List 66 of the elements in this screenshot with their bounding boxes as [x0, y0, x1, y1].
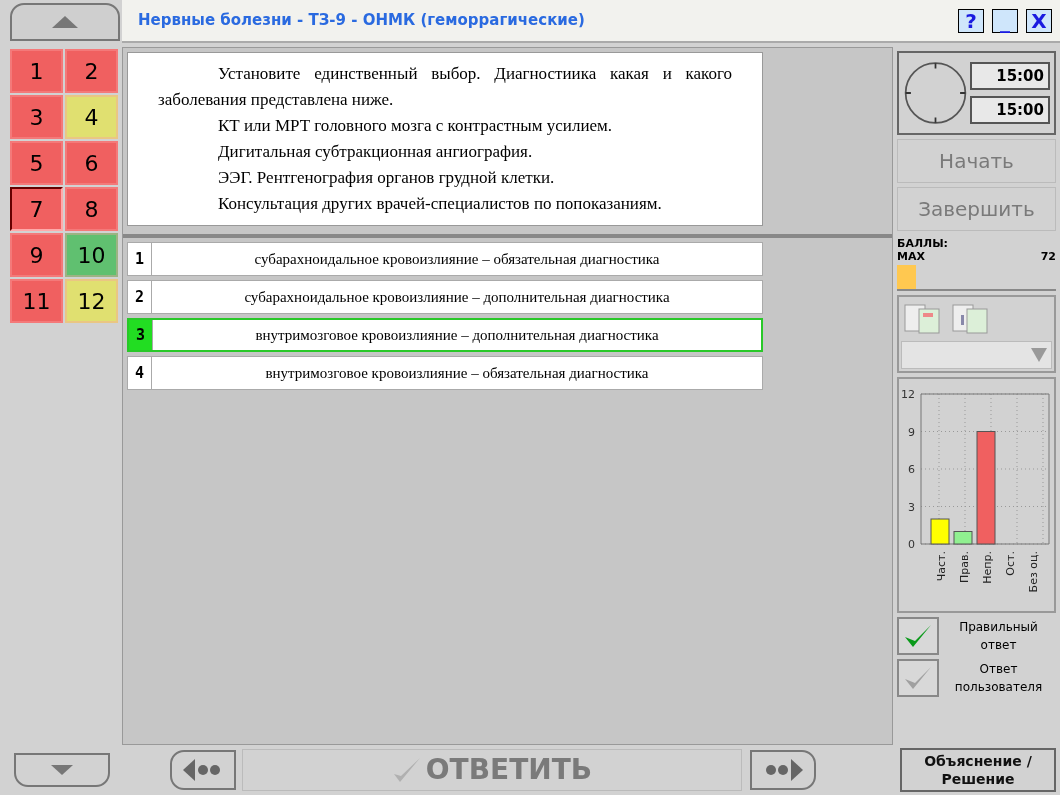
- scroll-down-button[interactable]: [14, 753, 110, 787]
- y-tick-label: 9: [908, 425, 915, 439]
- documents-icon: [903, 301, 943, 335]
- down-arrow-icon: [51, 765, 73, 775]
- score-max-label: MAX: [897, 250, 925, 263]
- question-tile[interactable]: 12: [65, 279, 118, 323]
- answer-option[interactable]: 1 субарахноидальное кровоизлияние – обязательная диагностика: [127, 242, 763, 276]
- y-tick-label: 6: [908, 463, 915, 476]
- answer-number: 2: [128, 281, 152, 313]
- x-tick-label: Непр.: [981, 551, 994, 584]
- previous-icon: [183, 759, 223, 781]
- correct-answer-label: Правильный ответ: [958, 619, 1039, 654]
- explanation-button[interactable]: Объяснение / Решение: [900, 748, 1056, 792]
- y-tick-label: 12: [901, 388, 915, 401]
- score-max-value: 72: [1040, 250, 1056, 263]
- dropdown[interactable]: [901, 341, 1052, 369]
- previous-button[interactable]: [170, 750, 236, 790]
- score-title: БАЛЛЫ:: [897, 237, 949, 250]
- close-button[interactable]: X: [1026, 8, 1052, 33]
- up-arrow-icon: [52, 16, 78, 28]
- next-icon: [763, 759, 803, 781]
- answer-text: субарахноидальное кровоизлияние – обязательная диагностика: [253, 249, 661, 269]
- answer-option[interactable]: 4 внутримозговое кровоизлияние – обязательная диагностика: [127, 356, 763, 390]
- question-tile[interactable]: 11: [10, 279, 63, 323]
- question-tile[interactable]: 4: [65, 95, 118, 139]
- answer-text: субарахноидальное кровоизлияние – дополнительная диагностика: [243, 287, 671, 307]
- question-tile[interactable]: 8: [65, 187, 118, 231]
- dropdown-arrow-icon: [1031, 348, 1047, 362]
- x-tick-label: Без оц.: [1027, 551, 1040, 593]
- next-button[interactable]: [750, 750, 816, 790]
- window-title: Нервные болезни - ТЗ-9 - ОНМК (геморрагические): [138, 10, 586, 32]
- check-icon: [391, 756, 422, 784]
- x-tick-label: Прав.: [958, 551, 971, 583]
- y-tick-label: 3: [908, 500, 915, 514]
- question-tile[interactable]: 3: [10, 95, 63, 139]
- question-tile[interactable]: 9: [10, 233, 63, 277]
- answer-number: 4: [128, 357, 152, 389]
- question-tile[interactable]: 10: [65, 233, 118, 277]
- answer-number: 3: [129, 320, 153, 350]
- x-tick-label: Ост.: [1004, 551, 1017, 576]
- x-tick-label: Част.: [935, 551, 948, 582]
- answer-number: 1: [128, 243, 152, 275]
- question-tile[interactable]: 5: [10, 141, 63, 185]
- timer-total: 15:00: [970, 62, 1050, 90]
- question-text: Установите единственный выбор. Диагностиика какая и какого заболевания представлена ниже.: [158, 63, 732, 111]
- question-text: Консультация других врачей-специалистов по попоказаниям.: [217, 193, 663, 215]
- question-tile[interactable]: 7: [10, 187, 63, 231]
- answer-option[interactable]: 2 субарахноидальное кровоизлияние – дополнительная диагностика: [127, 280, 763, 314]
- user-answer-label: Ответ пользователя: [953, 661, 1044, 696]
- answer-option[interactable]: 3 внутримозговое кровоизлияние – дополнительная диагностика: [127, 318, 763, 352]
- answer-text: внутримозговое кровоизлияние – дополнительная диагностика: [254, 325, 660, 345]
- timer-remaining: 15:00: [970, 96, 1050, 124]
- question-text: КТ или МРТ головного мозга с контрастным усилием.: [217, 115, 614, 137]
- question-tile[interactable]: 6: [65, 141, 118, 185]
- bar-chart: 0 3 6 9 12 Част. Прав. Непр. Ост. Без оц.: [899, 379, 1058, 611]
- question-text: ЭЭГ. Рентгенография органов грудной клетки.: [217, 167, 556, 189]
- help-button[interactable]: ?: [958, 8, 984, 33]
- checkbox[interactable]: [897, 617, 939, 655]
- y-tick-label: 0: [908, 538, 915, 551]
- answer-text: внутримозговое кровоизлияние – обязательная диагностика: [264, 363, 650, 383]
- question-text: Дигитальная субтракционная ангиография.: [217, 141, 534, 163]
- checkbox[interactable]: [897, 659, 939, 697]
- question-tile[interactable]: 2: [65, 49, 118, 93]
- scroll-up-button[interactable]: [10, 3, 120, 41]
- info-documents-icon: [951, 301, 991, 335]
- question-tile[interactable]: 1: [10, 49, 63, 93]
